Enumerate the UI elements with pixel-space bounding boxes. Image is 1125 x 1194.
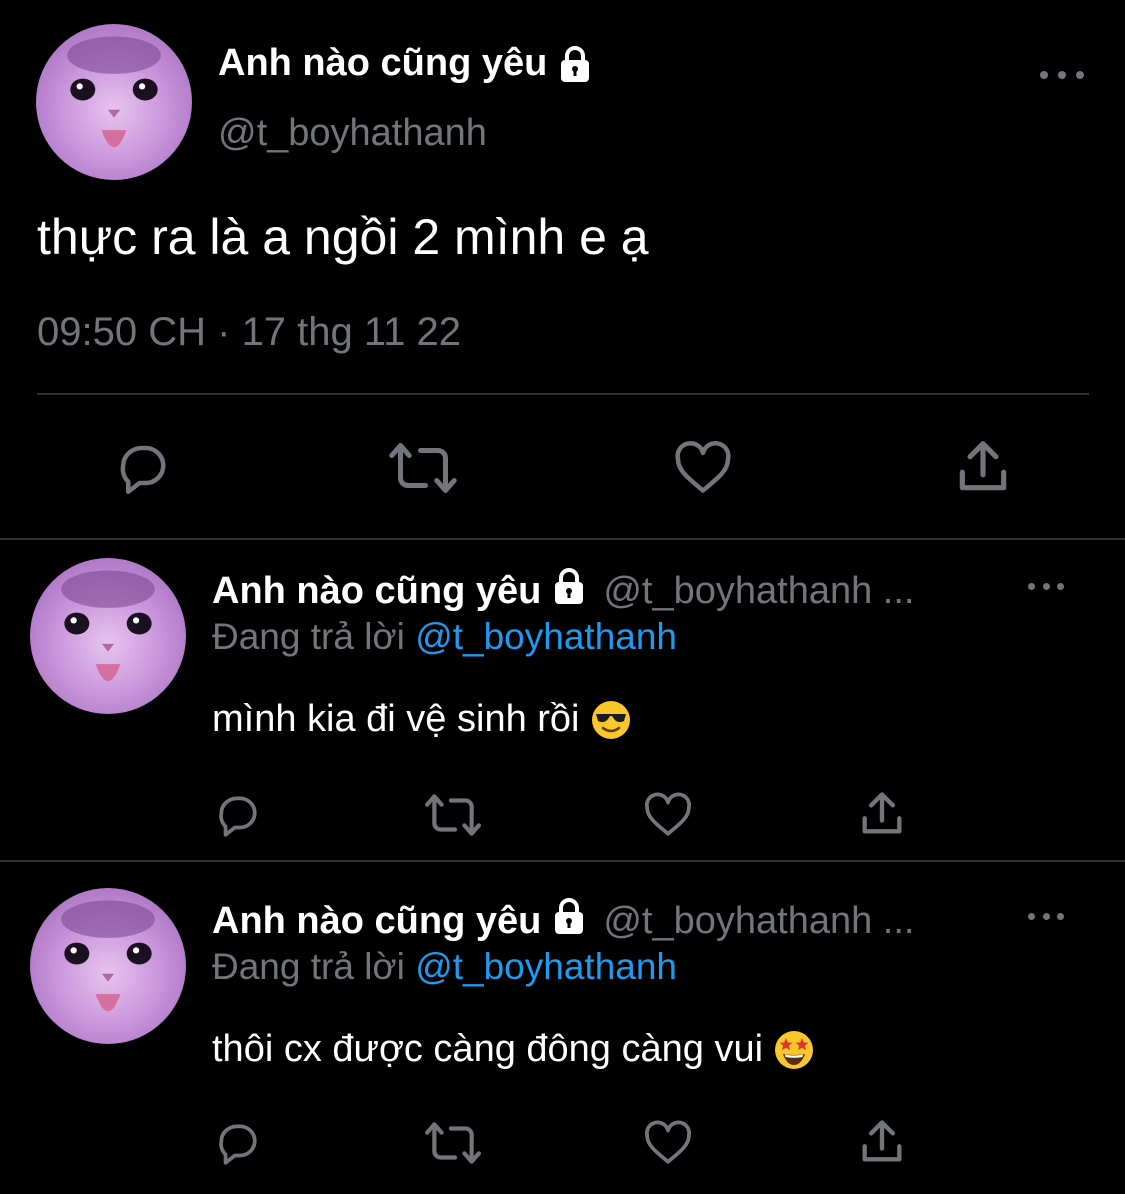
- cat-avatar-image: [67, 36, 161, 148]
- handle[interactable]: @t_boyhathanh ...: [603, 570, 914, 613]
- cat-avatar-image: [61, 570, 155, 682]
- avatar[interactable]: [30, 888, 186, 1044]
- handle[interactable]: @t_boyhathanh ...: [603, 900, 914, 943]
- star-struck-emoji: [773, 1029, 815, 1071]
- display-name[interactable]: Anh nào cũng yêu: [212, 900, 541, 943]
- display-name-text: Anh nào cũng yêu: [218, 42, 548, 84]
- reply-icon[interactable]: [212, 790, 262, 840]
- replying-to: Đang trả lời @t_boyhathanh: [212, 946, 677, 988]
- handle[interactable]: @t_boyhathanh: [218, 112, 487, 155]
- tweet-text: thực ra là a ngồi 2 mình e ạ: [37, 209, 649, 265]
- retweet-icon[interactable]: [388, 440, 458, 496]
- reply-text: thôi cx được càng đông càng vui: [212, 1028, 815, 1071]
- smiling-face-with-sunglasses-emoji: [590, 699, 632, 741]
- lock-icon: [555, 44, 595, 84]
- replying-label: Đang trả lời: [212, 616, 405, 657]
- lock-icon: [549, 896, 589, 946]
- display-name[interactable]: Anh nào cũng yêu: [218, 42, 595, 85]
- tweet-timestamp[interactable]: 09:50 CH · 17 thg 11 22: [37, 310, 461, 355]
- reply-text-content: mình kia đi vệ sinh rồi: [212, 698, 580, 740]
- heart-icon[interactable]: [672, 438, 734, 498]
- lock-icon: [549, 566, 589, 616]
- share-icon[interactable]: [952, 436, 1014, 498]
- heart-icon[interactable]: [642, 1118, 694, 1168]
- reply-header: Anh nào cũng yêu @t_boyhathanh ...: [212, 566, 914, 616]
- section-divider: [0, 860, 1125, 862]
- reply-icon[interactable]: [112, 438, 172, 498]
- mention-link[interactable]: @t_boyhathanh: [415, 616, 677, 657]
- share-icon[interactable]: [856, 1116, 908, 1168]
- more-options-icon[interactable]: [1040, 60, 1084, 90]
- heart-icon[interactable]: [642, 790, 694, 840]
- avatar[interactable]: [36, 24, 192, 180]
- section-divider: [0, 538, 1125, 540]
- replying-label: Đang trả lời: [212, 946, 405, 987]
- more-options-icon[interactable]: [1028, 576, 1064, 596]
- share-icon[interactable]: [856, 788, 908, 840]
- more-options-icon[interactable]: [1028, 906, 1064, 926]
- reply-text-content: thôi cx được càng đông càng vui: [212, 1028, 764, 1070]
- meta-separator: ·: [217, 310, 231, 354]
- mention-link[interactable]: @t_boyhathanh: [415, 946, 677, 987]
- tweet-time: 09:50 CH: [37, 310, 206, 354]
- divider: [37, 393, 1089, 395]
- retweet-icon[interactable]: [424, 1120, 482, 1166]
- reply-text: mình kia đi vệ sinh rồi: [212, 698, 632, 741]
- display-name[interactable]: Anh nào cũng yêu: [212, 570, 541, 613]
- replying-to: Đang trả lời @t_boyhathanh: [212, 616, 677, 658]
- avatar[interactable]: [30, 558, 186, 714]
- reply-header: Anh nào cũng yêu @t_boyhathanh ...: [212, 896, 914, 946]
- retweet-icon[interactable]: [424, 792, 482, 838]
- tweet-date: 17 thg 11 22: [241, 310, 462, 354]
- cat-avatar-image: [61, 900, 155, 1012]
- reply-icon[interactable]: [212, 1118, 262, 1168]
